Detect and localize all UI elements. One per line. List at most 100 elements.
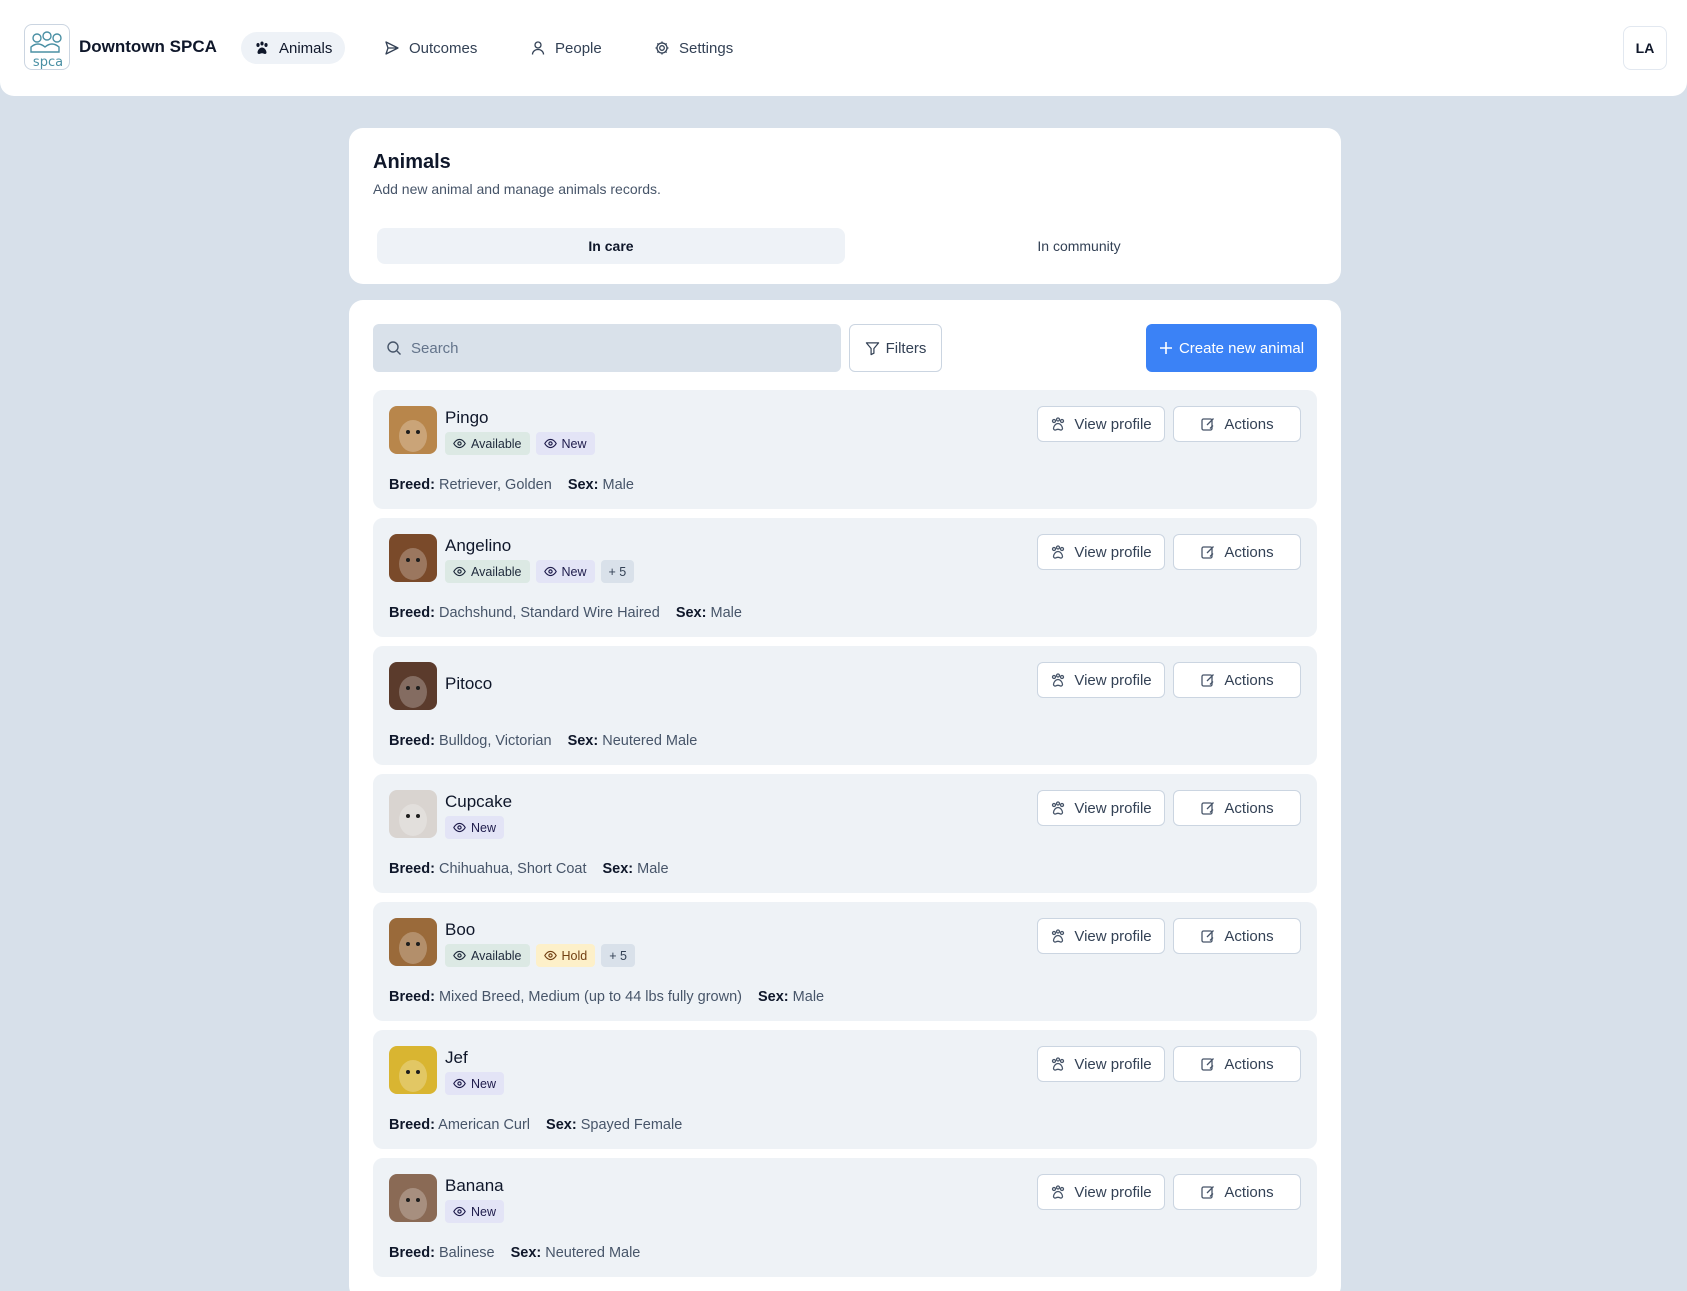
org-logo[interactable]: spca bbox=[24, 24, 70, 70]
animal-photo[interactable] bbox=[389, 790, 437, 838]
animal-photo[interactable] bbox=[389, 918, 437, 966]
breed-value: Mixed Breed, Medium (up to 44 lbs fully … bbox=[438, 989, 742, 1005]
animal-name: Cupcake bbox=[445, 792, 513, 811]
nav-animals[interactable]: Animals bbox=[241, 32, 346, 64]
view-profile-button[interactable]: View profile bbox=[1037, 918, 1165, 954]
actions-label: Actions bbox=[1224, 1183, 1274, 1201]
breed-label: Breed: bbox=[389, 605, 435, 621]
sex-label: Sex: bbox=[758, 989, 789, 1005]
eye-icon bbox=[453, 950, 466, 961]
sex-value: Male bbox=[710, 605, 742, 621]
breed-field: Breed: Chihuahua, Short Coat bbox=[389, 861, 586, 877]
animal-photo[interactable] bbox=[389, 406, 437, 454]
nav-outcomes[interactable]: Outcomes bbox=[371, 32, 490, 64]
view-profile-label: View profile bbox=[1074, 799, 1152, 817]
paw-outline-icon bbox=[1052, 417, 1065, 431]
sex-value: Neutered Male bbox=[545, 1245, 641, 1261]
animal-details: Breed: Retriever, Golden Sex: Male bbox=[389, 477, 634, 493]
view-profile-button[interactable]: View profile bbox=[1037, 1174, 1165, 1210]
animal-row: Angelino Available New + 5 Breed: Dachshun… bbox=[373, 518, 1317, 637]
search-box[interactable] bbox=[373, 324, 841, 372]
breed-label: Breed: bbox=[389, 989, 435, 1005]
status-badge: Hold bbox=[535, 944, 596, 967]
actions-label: Actions bbox=[1224, 927, 1274, 945]
breed-field: Breed: Mixed Breed, Medium (up to 44 lbs… bbox=[389, 989, 742, 1005]
actions-button[interactable]: Actions bbox=[1173, 790, 1301, 826]
actions-label: Actions bbox=[1224, 1055, 1274, 1073]
tab-bar: In care In community bbox=[377, 228, 1313, 264]
sex-value: Male bbox=[792, 989, 825, 1005]
status-badge: + 5 bbox=[601, 944, 635, 967]
sex-value: Male bbox=[602, 477, 634, 493]
actions-button[interactable]: Actions bbox=[1173, 918, 1301, 954]
filters-button[interactable]: Filters bbox=[849, 324, 942, 372]
actions-button[interactable]: Actions bbox=[1173, 1174, 1301, 1210]
animal-name: Jef bbox=[445, 1048, 468, 1067]
badge-label: New bbox=[471, 1076, 497, 1091]
create-animal-button[interactable]: Create new animal bbox=[1146, 324, 1317, 372]
actions-button[interactable]: Actions bbox=[1173, 534, 1301, 570]
edit-square-icon bbox=[1201, 802, 1215, 815]
tab-in-care[interactable]: In care bbox=[377, 228, 845, 264]
breed-label: Breed: bbox=[389, 1245, 435, 1261]
eye-icon bbox=[453, 438, 466, 449]
animal-photo[interactable] bbox=[389, 662, 437, 710]
animal-photo[interactable] bbox=[389, 1046, 437, 1094]
page-subtitle: Add new animal and manage animals record… bbox=[373, 181, 661, 197]
paw-outline-icon bbox=[1052, 1185, 1065, 1199]
actions-button[interactable]: Actions bbox=[1173, 662, 1301, 698]
animal-row: Pitoco Breed: Bulldog, Victorian Sex: Ne… bbox=[373, 646, 1317, 765]
breed-label: Breed: bbox=[389, 1117, 435, 1133]
create-label: Create new animal bbox=[1178, 339, 1305, 357]
view-profile-button[interactable]: View profile bbox=[1037, 406, 1165, 442]
actions-button[interactable]: Actions bbox=[1173, 1046, 1301, 1082]
badge-label: New bbox=[471, 1204, 497, 1219]
paw-outline-icon bbox=[1052, 929, 1065, 943]
breed-value: Balinese bbox=[438, 1245, 495, 1261]
badge-label: + 5 bbox=[609, 948, 627, 963]
plus-icon bbox=[1159, 342, 1172, 354]
filters-label: Filters bbox=[885, 339, 927, 357]
nav-settings[interactable]: Settings bbox=[641, 32, 746, 64]
nav-label: Animals bbox=[279, 39, 333, 57]
breed-label: Breed: bbox=[389, 861, 435, 877]
view-profile-label: View profile bbox=[1074, 1183, 1152, 1201]
animal-details: Breed: Bulldog, Victorian Sex: Neutered … bbox=[389, 733, 697, 749]
paw-outline-icon bbox=[1052, 801, 1065, 815]
sex-field: Sex: Neutered Male bbox=[568, 733, 698, 749]
status-badge: + 5 bbox=[600, 560, 635, 583]
sex-label: Sex: bbox=[675, 605, 707, 621]
actions-label: Actions bbox=[1224, 415, 1274, 433]
badge-label: New bbox=[561, 564, 587, 579]
eye-icon bbox=[453, 1206, 466, 1217]
actions-button[interactable]: Actions bbox=[1173, 406, 1301, 442]
badge-label: Available bbox=[471, 436, 522, 451]
nav-people[interactable]: People bbox=[517, 32, 615, 64]
paw-outline-icon bbox=[1052, 673, 1065, 687]
view-profile-button[interactable]: View profile bbox=[1037, 534, 1165, 570]
user-avatar[interactable]: LA bbox=[1623, 26, 1667, 70]
status-badge: Available bbox=[445, 944, 530, 967]
animal-details: Breed: Balinese Sex: Neutered Male bbox=[389, 1245, 640, 1261]
edit-square-icon bbox=[1201, 1058, 1215, 1071]
sex-field: Sex: Male bbox=[602, 861, 668, 877]
sex-field: Sex: Spayed Female bbox=[546, 1117, 682, 1133]
actions-label: Actions bbox=[1224, 543, 1274, 561]
animal-row: Banana New Breed: Balinese Sex: Neutered… bbox=[373, 1158, 1317, 1277]
sex-value: Neutered Male bbox=[602, 733, 698, 749]
view-profile-button[interactable]: View profile bbox=[1037, 662, 1165, 698]
animal-photo[interactable] bbox=[389, 1174, 437, 1222]
view-profile-button[interactable]: View profile bbox=[1037, 790, 1165, 826]
animal-photo[interactable] bbox=[389, 534, 437, 582]
badge-group: New bbox=[445, 1072, 505, 1095]
svg-text:spca: spca bbox=[33, 55, 63, 70]
tab-in-community[interactable]: In community bbox=[845, 228, 1313, 264]
eye-icon bbox=[543, 950, 557, 961]
animal-details: Breed: Chihuahua, Short Coat Sex: Male bbox=[389, 861, 669, 877]
search-input[interactable] bbox=[411, 339, 831, 357]
edit-square-icon bbox=[1201, 674, 1215, 687]
animal-details: Breed: Dachshund, Standard Wire Haired S… bbox=[389, 605, 742, 621]
org-name: Downtown SPCA bbox=[79, 37, 217, 56]
page-title: Animals bbox=[373, 151, 451, 173]
view-profile-button[interactable]: View profile bbox=[1037, 1046, 1165, 1082]
